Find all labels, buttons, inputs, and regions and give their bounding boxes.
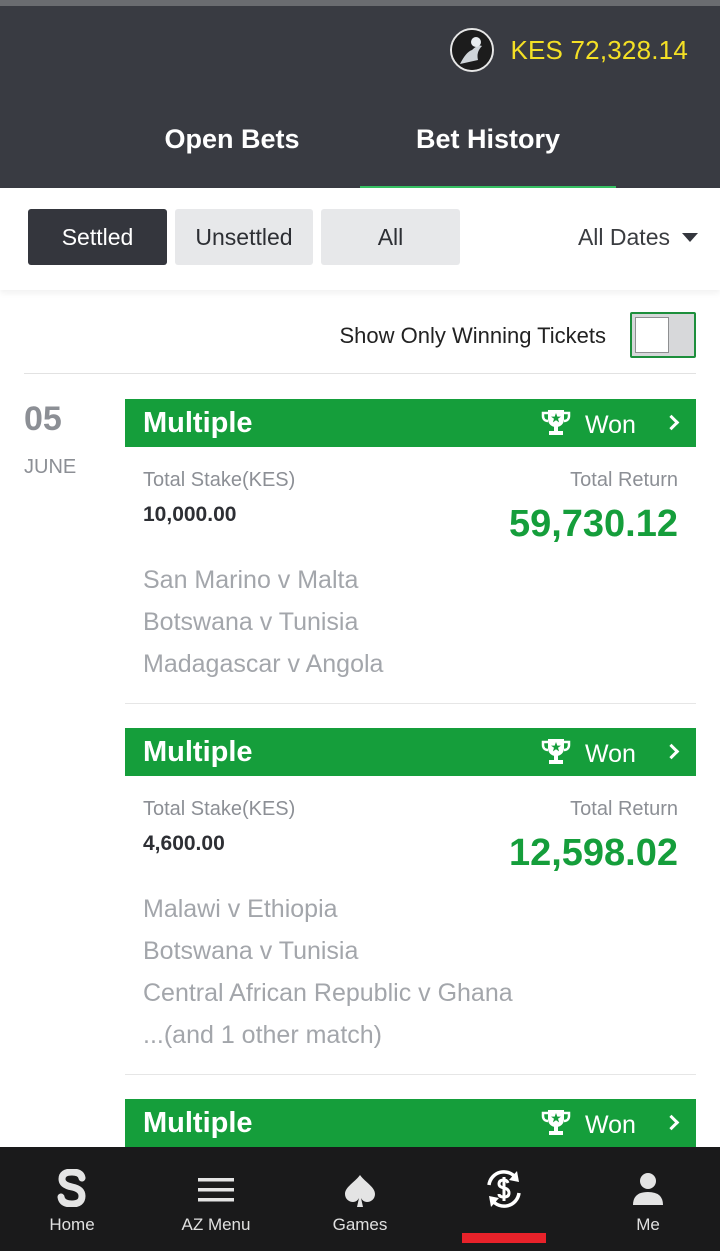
bet-card[interactable]: Multiple Won Total Stake(KES) 4,600.00 T…: [125, 728, 696, 1076]
bet-card-header[interactable]: Multiple Won: [125, 728, 696, 776]
chevron-right-icon: [663, 414, 680, 431]
tab-bet-history[interactable]: Bet History: [360, 116, 616, 194]
stake-label: Total Stake(KES): [143, 469, 296, 491]
trophy-icon: [541, 739, 571, 764]
bet-status: Won: [585, 740, 636, 768]
unsettled-filter-button[interactable]: Unsettled: [175, 209, 313, 265]
account-summary[interactable]: KES 72,328.14: [450, 28, 688, 72]
nav-me-label: Me: [636, 1215, 660, 1234]
bet-history-refresh-icon: [487, 1170, 521, 1208]
bet-type: Multiple: [143, 736, 253, 768]
bet-status: Won: [585, 411, 636, 439]
nav-home[interactable]: Home: [0, 1147, 144, 1251]
return-value: 12,598.02: [508, 832, 678, 874]
match-item: San Marino v Malta: [143, 566, 359, 594]
bets-tabs: Open Bets Bet History: [0, 116, 720, 194]
spade-icon: [345, 1175, 375, 1207]
trophy-icon: [541, 1110, 571, 1135]
caret-down-icon: [682, 232, 698, 242]
match-list: Malawi v Ethiopia Botswana v Tunisia Cen…: [143, 888, 513, 1056]
bet-status: Won: [585, 1111, 636, 1139]
chevron-right-icon: [663, 1114, 680, 1131]
top-header: KES 72,328.14 Open Bets Bet History: [0, 0, 720, 192]
stake-value: 4,600.00: [143, 832, 225, 855]
date-range-label: All Dates: [577, 224, 670, 250]
bet-card[interactable]: Multiple Won: [125, 1099, 696, 1147]
sportpesa-s-icon: [57, 1169, 86, 1207]
bet-type: Multiple: [143, 407, 253, 439]
nav-games-label: Games: [332, 1215, 388, 1234]
return-label: Total Return: [570, 798, 678, 820]
winning-tickets-row: Show Only Winning Tickets: [24, 290, 696, 374]
match-item: ...(and 1 other match): [143, 1021, 383, 1049]
user-avatar-icon[interactable]: [450, 28, 495, 72]
bet-card-header[interactable]: Multiple Won: [125, 1099, 696, 1147]
card-divider: [125, 1074, 696, 1075]
nav-active-indicator: [462, 1233, 546, 1243]
nav-az-menu[interactable]: AZ Menu: [144, 1147, 288, 1251]
nav-games[interactable]: Games: [288, 1147, 432, 1251]
date-day: 05: [24, 400, 62, 438]
return-label: Total Return: [570, 469, 678, 491]
winning-tickets-toggle[interactable]: [630, 312, 696, 358]
card-divider: [125, 703, 696, 704]
filter-bar: Settled Unsettled All All Dates: [0, 188, 720, 290]
date-range-dropdown[interactable]: All Dates: [578, 209, 698, 265]
bet-card-header[interactable]: Multiple Won: [125, 399, 696, 447]
tab-open-bets[interactable]: Open Bets: [104, 116, 360, 194]
stake-label: Total Stake(KES): [143, 798, 296, 820]
return-value: 59,730.12: [508, 503, 678, 545]
nav-az-menu-label: AZ Menu: [181, 1215, 251, 1234]
match-item: Malawi v Ethiopia: [143, 895, 338, 923]
match-item: Madagascar v Angola: [143, 650, 384, 678]
match-list: San Marino v Malta Botswana v Tunisia Ma…: [143, 559, 383, 685]
chevron-right-icon: [663, 743, 680, 760]
date-month: JUNE: [24, 456, 77, 478]
stake-value: 10,000.00: [143, 503, 237, 526]
nav-me[interactable]: Me: [576, 1147, 720, 1251]
hamburger-menu-icon: [198, 1178, 234, 1202]
bet-card[interactable]: Multiple Won Total Stake(KES) 10,000.00 …: [125, 399, 696, 704]
trophy-icon: [541, 410, 571, 435]
bottom-nav: Home AZ Menu Games Me: [0, 1147, 720, 1251]
settled-filter-button[interactable]: Settled: [28, 209, 167, 265]
all-filter-button[interactable]: All: [321, 209, 460, 265]
match-item: Central African Republic v Ghana: [143, 979, 513, 1007]
account-balance: KES 72,328.14: [510, 34, 688, 65]
match-item: Botswana v Tunisia: [143, 608, 359, 636]
match-item: Botswana v Tunisia: [143, 937, 359, 965]
bet-type: Multiple: [143, 1107, 253, 1139]
winning-tickets-label: Show Only Winning Tickets: [339, 323, 606, 348]
user-icon: [633, 1173, 663, 1205]
nav-home-label: Home: [49, 1215, 95, 1234]
toggle-knob: [635, 317, 669, 353]
